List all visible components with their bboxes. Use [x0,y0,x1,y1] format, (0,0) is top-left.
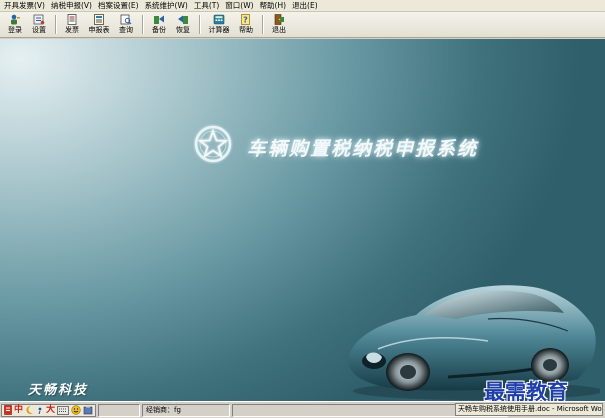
status-panel-empty [98,403,141,417]
tools-icon[interactable] [83,405,93,415]
menu-system-maintenance[interactable]: 系统维护(W) [142,0,191,12]
invoice-button[interactable]: 发票 [60,12,84,37]
menu-tax-declaration[interactable]: 纳税申报(V) [48,0,95,12]
ime-toolbar: 中 大 [1,403,97,417]
keyboard-icon[interactable] [57,405,69,415]
toolbar-separator [199,15,200,34]
ime-mode-toggle[interactable]: 中 [14,405,23,416]
toolbar-separator [55,15,56,34]
settings-button[interactable]: 设置 [27,12,51,37]
menu-window[interactable]: 窗口(W) [222,0,256,12]
restore-button[interactable]: 恢复 [171,12,195,37]
backup-icon [154,15,164,24]
toolbar: 登录 设置 发票 申报表 查询 备份 恢复 计算器 ? 帮助 退出 [0,12,605,38]
query-icon [120,14,132,25]
menu-tools[interactable]: 工具(T) [191,0,222,12]
toolbar-separator [262,15,263,34]
operator-label: 经销商：fg [146,406,181,414]
menu-bar: 开具发票(V) 纳税申报(V) 档案设置(E) 系统维护(W) 工具(T) 窗口… [0,0,605,12]
restore-icon [178,15,188,24]
watermark-text: 最需教育 [484,380,568,401]
ime-width-toggle[interactable]: 大 [46,405,55,416]
ime-logo-icon[interactable] [4,405,12,415]
query-button[interactable]: 查询 [114,12,138,37]
svg-text:?: ? [243,16,248,25]
company-name: 天畅科技 [28,383,89,398]
exit-button[interactable]: 退出 [267,12,291,37]
backup-button[interactable]: 备份 [147,12,171,37]
smiley-icon[interactable] [71,405,81,415]
help-button[interactable]: ? 帮助 [234,12,258,37]
key-person-icon [11,14,20,25]
calculator-icon [213,14,225,25]
toolbar-separator [142,15,143,34]
form-icon [94,14,104,25]
system-title: 车辆购置税纳税申报系统 [247,138,479,160]
taskbar-word-document[interactable]: 天畅车购税系统使用手册.doc - Microsoft Word [455,403,603,416]
calculator-button[interactable]: 计算器 [204,12,234,37]
star-emblem-icon [194,125,232,163]
menu-exit[interactable]: 退出(E) [289,0,321,12]
menu-archive-settings[interactable]: 档案设置(E) [95,0,142,12]
punctuation-icon[interactable] [36,405,44,415]
operator-status: 经销商：fg [142,403,231,417]
main-workspace: 车辆购置税纳税申报系统 天畅科技 最需教育 [0,39,605,401]
login-button[interactable]: 登录 [3,12,27,37]
moon-icon[interactable] [25,405,34,415]
menu-invoice[interactable]: 开具发票(V) [1,0,48,12]
declaration-form-button[interactable]: 申报表 [84,12,114,37]
invoice-icon [67,14,77,25]
exit-door-icon [274,14,284,25]
help-icon: ? [241,14,250,25]
menu-help[interactable]: 帮助(H) [257,0,290,12]
settings-icon [33,14,45,25]
